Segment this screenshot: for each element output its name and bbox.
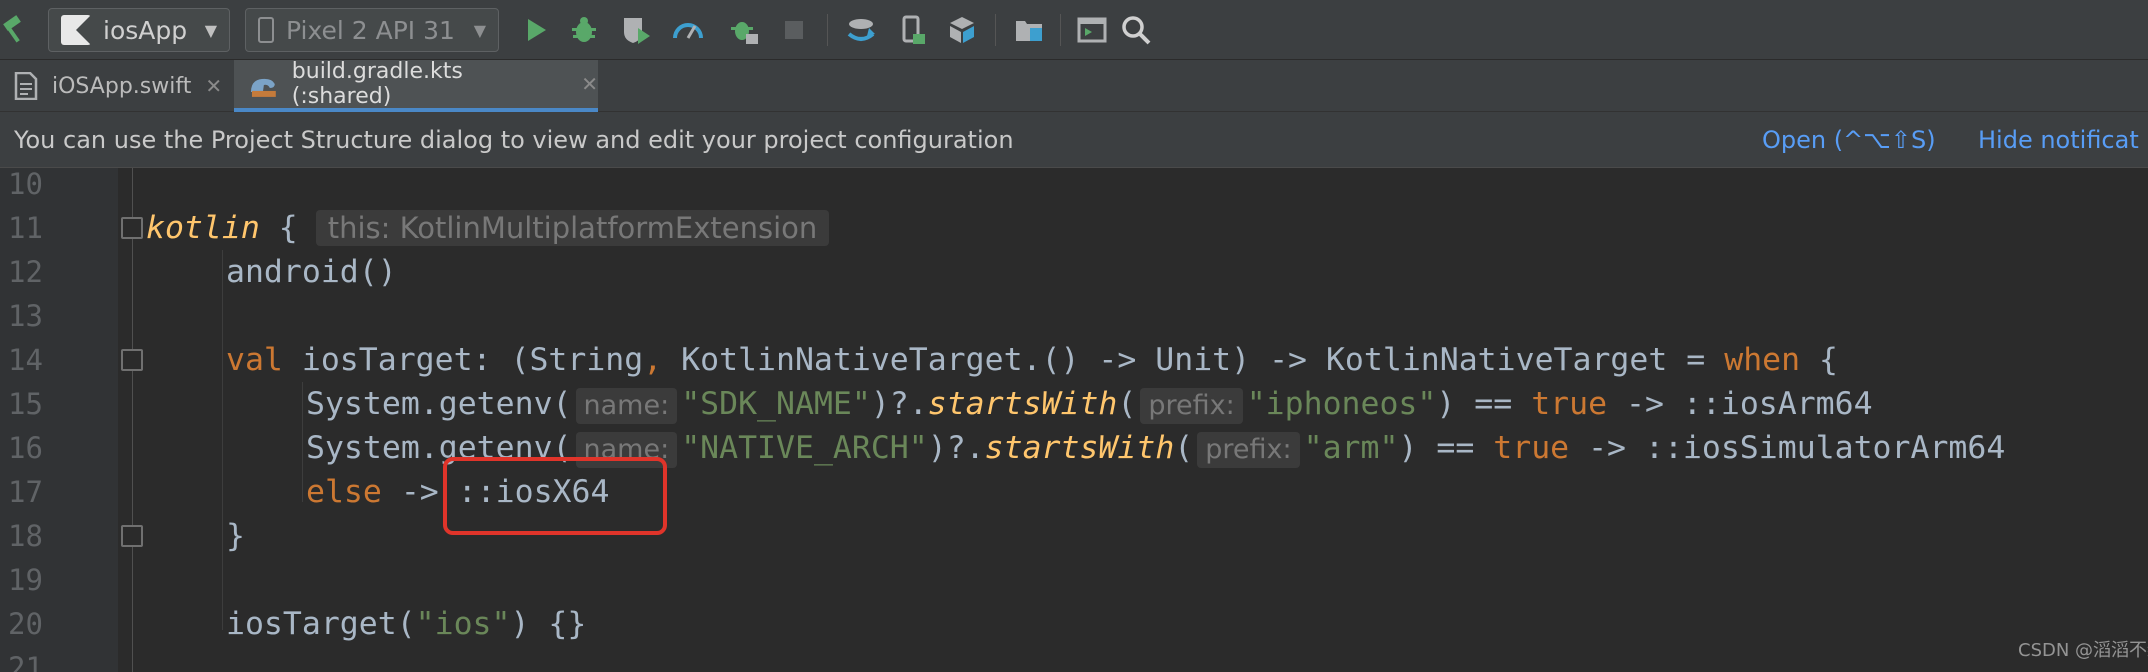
debug-icon[interactable] — [566, 9, 602, 51]
search-icon[interactable] — [1118, 9, 1154, 51]
run-configuration-label: iosApp — [103, 15, 188, 45]
line-number: 21 — [8, 651, 43, 672]
code-token: ) {} — [510, 606, 587, 642]
gutter-divider — [132, 168, 133, 672]
hammer-icon[interactable] — [0, 9, 30, 51]
editor-tabs: iOSApp.swift ✕ build.gradle.kts (:shared… — [0, 59, 2148, 112]
line-number: 15 — [8, 387, 43, 421]
code-token: KotlinNativeTarget.() -> Unit) -> Kotlin… — [662, 342, 1725, 378]
code-token: iosTarget: (String — [282, 342, 644, 378]
kotlin-keyword: kotlin — [146, 210, 260, 246]
toolbar-separator — [1060, 14, 1061, 46]
code-line-15: System.getenv(name: "SDK_NAME")?.startsWi… — [306, 382, 1873, 426]
stop-icon[interactable] — [776, 9, 812, 51]
code-keyword: true — [1531, 386, 1608, 422]
code-token: -> ::iosSimulatorArm64 — [1569, 430, 2006, 466]
code-token: ( — [1174, 430, 1194, 466]
coverage-icon[interactable] — [618, 9, 654, 51]
inlay-hint: name: — [575, 388, 678, 424]
function-call: startsWith — [984, 430, 1175, 466]
sdk-manager-icon[interactable] — [944, 9, 980, 51]
string-literal: "iphoneos" — [1246, 386, 1437, 422]
open-project-structure-link[interactable]: Open (^⌥⇧S) — [1762, 126, 1936, 154]
toolbar-separator — [827, 14, 828, 46]
notification-bar: You can use the Project Structure dialog… — [0, 112, 2148, 168]
line-number: 11 — [8, 211, 43, 245]
hide-notification-link[interactable]: Hide notificat — [1978, 126, 2139, 154]
code-line-12: android() — [226, 254, 397, 290]
notification-message: You can use the Project Structure dialog… — [14, 125, 1014, 154]
line-number: 10 — [8, 168, 43, 201]
tab-label: build.gradle.kts (:shared) — [291, 59, 463, 109]
indent-guide — [302, 382, 303, 502]
fold-marker[interactable] — [121, 525, 143, 547]
code-token: System.getenv( — [306, 386, 572, 422]
chevron-down-icon: ▼ — [473, 20, 486, 40]
code-keyword: val — [226, 342, 283, 378]
inlay-hint: prefix: — [1140, 388, 1243, 424]
line-number: 17 — [8, 475, 43, 509]
attach-debugger-icon[interactable] — [726, 9, 762, 51]
code-line-20: iosTarget("ios") {} — [226, 602, 586, 646]
toolbar-separator — [995, 14, 996, 46]
tab-build-gradle-kts[interactable]: build.gradle.kts (:shared) ✕ — [234, 59, 598, 112]
watermark: CSDN @滔滔不绝 — [2018, 640, 2148, 661]
code-keyword: else — [306, 474, 382, 510]
code-keyword: when — [1724, 342, 1801, 378]
string-literal: "NATIVE_ARCH" — [681, 430, 928, 466]
code-token: )?. — [927, 430, 985, 466]
run-configuration-selector[interactable]: iosApp ▼ — [48, 8, 230, 52]
code-token: -> ::iosArm64 — [1607, 386, 1873, 422]
fold-marker[interactable] — [121, 349, 143, 371]
string-literal: "arm" — [1303, 430, 1399, 466]
code-token: iosTarget( — [226, 606, 416, 642]
tab-iosapp-swift[interactable]: iOSApp.swift ✕ — [0, 60, 232, 112]
file-icon — [14, 72, 38, 100]
indent-guide — [222, 250, 223, 630]
function-call: startsWith — [927, 386, 1118, 422]
line-number: 20 — [8, 607, 43, 641]
code-token: , — [643, 342, 663, 378]
code-token: )?. — [870, 386, 928, 422]
fold-marker[interactable] — [121, 217, 143, 239]
terminal-icon[interactable] — [1074, 9, 1110, 51]
project-structure-icon[interactable] — [1010, 9, 1048, 51]
profile-icon[interactable] — [670, 9, 706, 51]
code-line-14: val iosTarget: (String, KotlinNativeTarg… — [226, 338, 1838, 382]
phone-icon — [258, 17, 274, 43]
tab-label: iOSApp.swift — [52, 73, 192, 99]
sync-icon[interactable] — [842, 9, 880, 51]
line-number: 16 — [8, 431, 43, 465]
inlay-hint: prefix: — [1197, 432, 1300, 468]
code-token: { — [259, 210, 298, 246]
kotlin-app-icon — [61, 15, 91, 45]
run-icon[interactable] — [518, 9, 554, 51]
code-token: ) == — [1398, 430, 1494, 466]
code-line-18: } — [226, 518, 245, 554]
code-token: { — [1800, 342, 1839, 378]
device-selector[interactable]: Pixel 2 API 31 ▼ — [245, 8, 499, 52]
chevron-down-icon: ▼ — [204, 20, 217, 40]
close-icon[interactable]: ✕ — [581, 72, 598, 96]
line-number: 14 — [8, 343, 43, 377]
code-line-11: kotlin { this: KotlinMultiplatformExtensi… — [146, 206, 833, 250]
device-label: Pixel 2 API 31 — [286, 15, 455, 45]
main-toolbar: iosApp ▼ Pixel 2 API 31 ▼ — [0, 0, 2148, 60]
code-token: ( — [1117, 386, 1137, 422]
line-number: 18 — [8, 519, 43, 553]
device-manager-icon[interactable] — [894, 9, 930, 51]
line-number: 19 — [8, 563, 43, 597]
code-editor[interactable]: 10 11 12 13 14 15 16 17 18 19 20 21 kotl… — [0, 168, 2148, 672]
highlight-annotation-box — [443, 457, 667, 535]
line-number: 12 — [8, 255, 43, 289]
code-keyword: true — [1493, 430, 1570, 466]
string-literal: "ios" — [415, 606, 511, 642]
line-number: 13 — [8, 299, 43, 333]
close-icon[interactable]: ✕ — [205, 74, 222, 98]
inlay-hint: this: KotlinMultiplatformExtension — [315, 210, 830, 246]
code-token: ) == — [1436, 386, 1532, 422]
gradle-file-icon — [250, 78, 276, 97]
string-literal: "SDK_NAME" — [681, 386, 871, 422]
